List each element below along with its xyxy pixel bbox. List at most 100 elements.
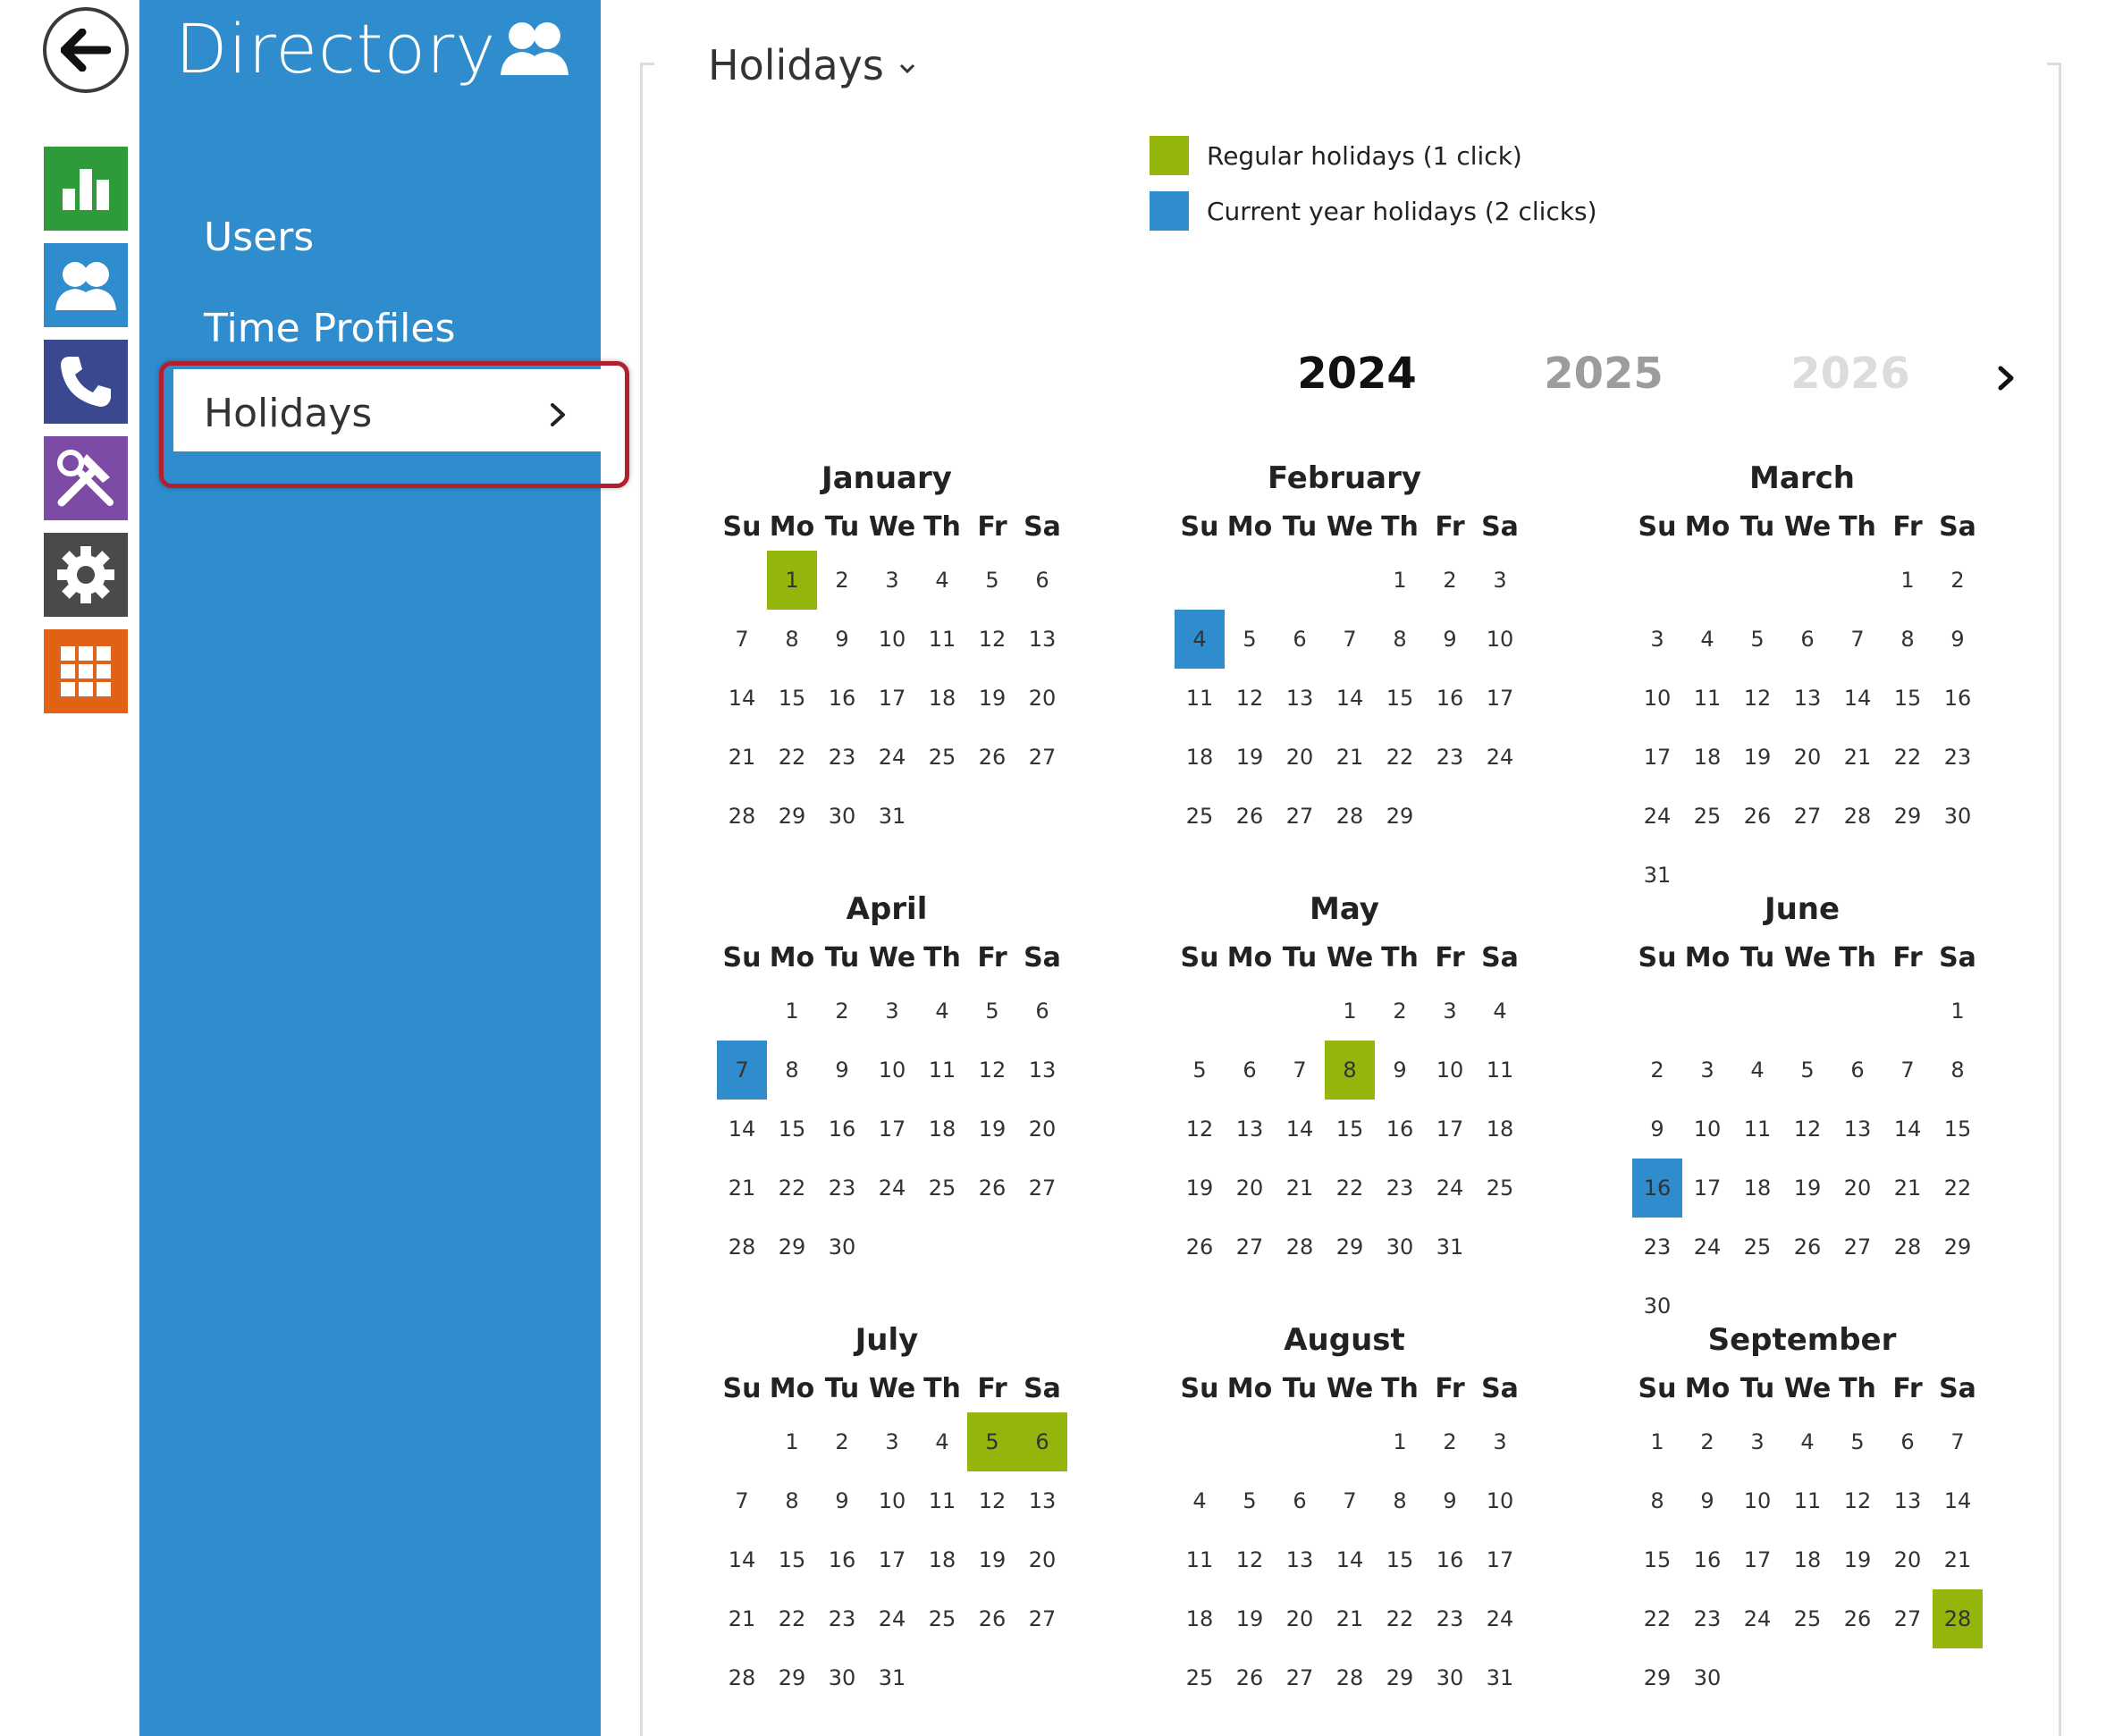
day-cell[interactable]: 12	[1782, 1100, 1832, 1159]
day-cell[interactable]: 28	[1832, 787, 1883, 846]
day-cell[interactable]: 23	[817, 728, 867, 787]
day-cell[interactable]: 28	[1325, 1648, 1375, 1707]
day-cell[interactable]: 8	[767, 610, 817, 669]
day-cell[interactable]: 20	[1017, 1530, 1067, 1589]
day-cell[interactable]: 30	[1425, 1648, 1475, 1707]
day-cell[interactable]: 23	[1933, 728, 1983, 787]
day-cell[interactable]: 9	[1632, 1100, 1682, 1159]
day-cell[interactable]: 26	[1782, 1218, 1832, 1277]
day-cell[interactable]: 15	[767, 1530, 817, 1589]
day-cell[interactable]: 2	[817, 1412, 867, 1471]
day-cell[interactable]: 2	[1425, 551, 1475, 610]
day-cell[interactable]: 25	[1175, 787, 1225, 846]
day-cell[interactable]: 7	[717, 610, 767, 669]
day-cell[interactable]: 23	[1632, 1218, 1682, 1277]
day-cell[interactable]: 13	[1225, 1100, 1275, 1159]
day-cell[interactable]: 20	[1832, 1159, 1883, 1218]
day-cell[interactable]: 7	[717, 1471, 767, 1530]
day-cell[interactable]: 30	[1375, 1218, 1425, 1277]
day-cell[interactable]: 17	[1475, 669, 1525, 728]
day-cell[interactable]: 7	[717, 1041, 767, 1100]
day-cell[interactable]: 25	[1732, 1218, 1782, 1277]
day-cell[interactable]: 4	[1175, 610, 1225, 669]
day-cell[interactable]: 9	[1682, 1471, 1732, 1530]
day-cell[interactable]: 24	[867, 728, 917, 787]
day-cell[interactable]: 27	[1275, 1648, 1325, 1707]
day-cell[interactable]: 2	[1632, 1041, 1682, 1100]
day-cell[interactable]: 5	[967, 982, 1017, 1041]
day-cell[interactable]: 19	[967, 1530, 1017, 1589]
day-cell[interactable]: 19	[967, 669, 1017, 728]
day-cell[interactable]: 29	[1933, 1218, 1983, 1277]
day-cell[interactable]: 13	[1017, 1471, 1067, 1530]
day-cell[interactable]: 11	[917, 610, 967, 669]
day-cell[interactable]: 1	[1375, 1412, 1425, 1471]
day-cell[interactable]: 21	[717, 728, 767, 787]
day-cell[interactable]: 21	[1832, 728, 1883, 787]
day-cell[interactable]: 4	[917, 982, 967, 1041]
day-cell[interactable]: 9	[817, 1041, 867, 1100]
day-cell[interactable]: 23	[1425, 728, 1475, 787]
day-cell[interactable]: 11	[1782, 1471, 1832, 1530]
day-cell[interactable]: 22	[1933, 1159, 1983, 1218]
day-cell[interactable]: 29	[1325, 1218, 1375, 1277]
day-cell[interactable]: 13	[1832, 1100, 1883, 1159]
day-cell[interactable]: 20	[1225, 1159, 1275, 1218]
day-cell[interactable]: 24	[1632, 787, 1682, 846]
sidebar-item-time-profiles[interactable]: Time Profiles	[204, 306, 455, 351]
day-cell[interactable]: 2	[1425, 1412, 1475, 1471]
day-cell[interactable]: 27	[1832, 1218, 1883, 1277]
day-cell[interactable]: 25	[1175, 1648, 1225, 1707]
status-tile[interactable]	[44, 147, 128, 231]
day-cell[interactable]: 24	[1475, 1589, 1525, 1648]
day-cell[interactable]: 12	[967, 610, 1017, 669]
day-cell[interactable]: 9	[1375, 1041, 1425, 1100]
day-cell[interactable]: 30	[817, 1648, 867, 1707]
day-cell[interactable]: 22	[1325, 1159, 1375, 1218]
day-cell[interactable]: 3	[1732, 1412, 1782, 1471]
day-cell[interactable]: 2	[817, 982, 867, 1041]
day-cell[interactable]: 25	[917, 1159, 967, 1218]
day-cell[interactable]: 7	[1883, 1041, 1933, 1100]
day-cell[interactable]: 20	[1017, 1100, 1067, 1159]
day-cell[interactable]: 19	[1832, 1530, 1883, 1589]
day-cell[interactable]: 11	[1175, 669, 1225, 728]
day-cell[interactable]: 23	[1375, 1159, 1425, 1218]
day-cell[interactable]: 26	[1175, 1218, 1225, 1277]
day-cell[interactable]: 8	[1933, 1041, 1983, 1100]
day-cell[interactable]: 16	[817, 1100, 867, 1159]
year-2026[interactable]: 2026	[1761, 349, 1940, 399]
day-cell[interactable]: 22	[767, 728, 817, 787]
day-cell[interactable]: 21	[717, 1589, 767, 1648]
day-cell[interactable]: 11	[917, 1471, 967, 1530]
day-cell[interactable]: 19	[1175, 1159, 1225, 1218]
day-cell[interactable]: 27	[1275, 787, 1325, 846]
day-cell[interactable]: 8	[767, 1041, 817, 1100]
day-cell[interactable]: 30	[1682, 1648, 1732, 1707]
day-cell[interactable]: 26	[967, 1159, 1017, 1218]
day-cell[interactable]: 9	[817, 1471, 867, 1530]
day-cell[interactable]: 14	[1325, 1530, 1375, 1589]
day-cell[interactable]: 16	[1375, 1100, 1425, 1159]
day-cell[interactable]: 5	[1225, 1471, 1275, 1530]
day-cell[interactable]: 6	[1225, 1041, 1275, 1100]
day-cell[interactable]: 26	[967, 728, 1017, 787]
day-cell[interactable]: 22	[1375, 1589, 1425, 1648]
day-cell[interactable]: 31	[867, 1648, 917, 1707]
day-cell[interactable]: 28	[717, 1218, 767, 1277]
day-cell[interactable]: 17	[1425, 1100, 1475, 1159]
day-cell[interactable]: 17	[1682, 1159, 1732, 1218]
day-cell[interactable]: 22	[1632, 1589, 1682, 1648]
day-cell[interactable]: 24	[1682, 1218, 1732, 1277]
day-cell[interactable]: 26	[1832, 1589, 1883, 1648]
day-cell[interactable]: 7	[1275, 1041, 1325, 1100]
day-cell[interactable]: 19	[1225, 728, 1275, 787]
day-cell[interactable]: 8	[767, 1471, 817, 1530]
day-cell[interactable]: 17	[867, 1100, 917, 1159]
day-cell[interactable]: 25	[917, 1589, 967, 1648]
day-cell[interactable]: 20	[1782, 728, 1832, 787]
day-cell[interactable]: 31	[1475, 1648, 1525, 1707]
day-cell[interactable]: 23	[1682, 1589, 1732, 1648]
calls-tile[interactable]	[44, 340, 128, 424]
day-cell[interactable]: 18	[1175, 728, 1225, 787]
